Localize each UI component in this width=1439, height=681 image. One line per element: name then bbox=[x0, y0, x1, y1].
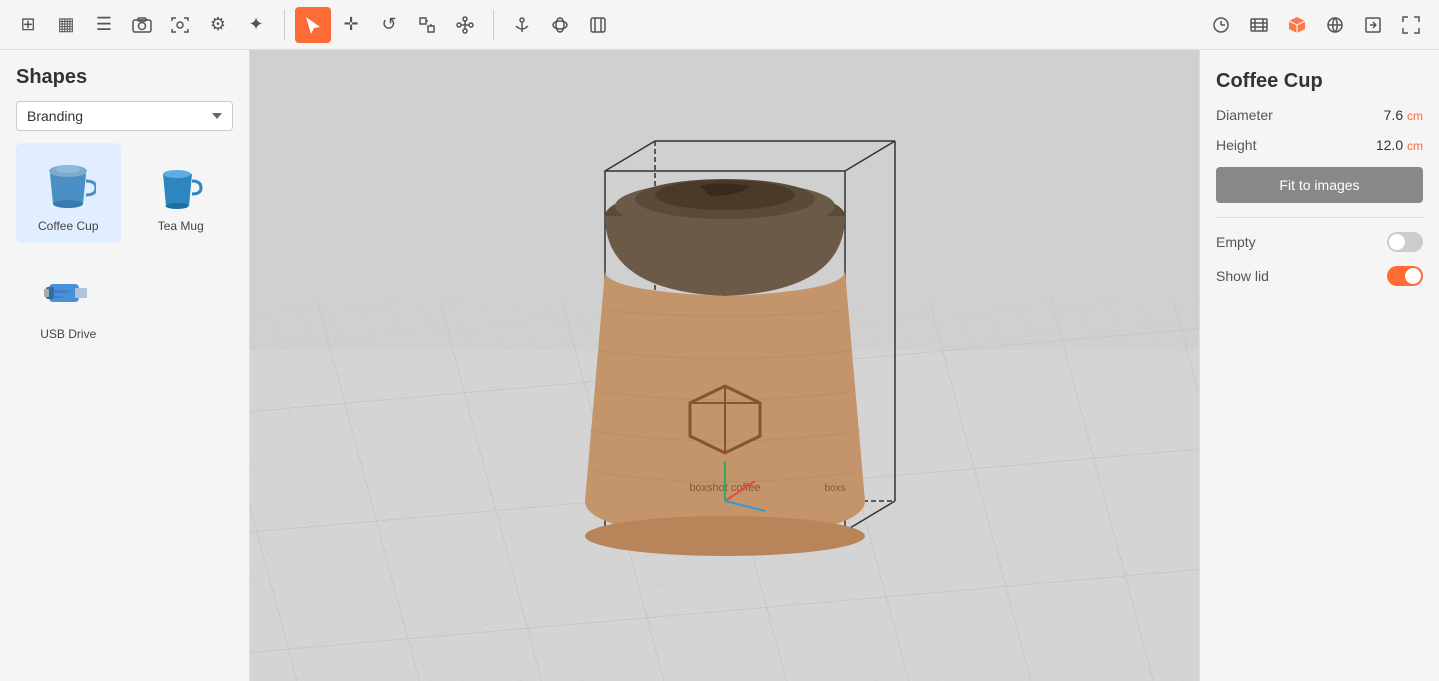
usb-drive-label: USB Drive bbox=[40, 327, 96, 341]
height-label: Height bbox=[1216, 137, 1256, 153]
show-lid-label: Show lid bbox=[1216, 268, 1269, 284]
3d-model: boxshot coffee boxs bbox=[525, 91, 925, 591]
viewport[interactable]: boxshot coffee boxs bbox=[250, 50, 1199, 681]
center-tools: ✛ ↺ bbox=[295, 7, 483, 43]
center-tools-2 bbox=[504, 7, 616, 43]
divider-2 bbox=[493, 10, 494, 40]
shape-item-usb-drive[interactable]: USB Drive bbox=[16, 251, 121, 351]
left-tools: ⊞ ▦ ☰ ⚙ ✦ bbox=[10, 7, 274, 43]
coffee-cup-icon bbox=[38, 153, 98, 213]
fullscreen-icon[interactable] bbox=[1393, 7, 1429, 43]
shape-item-tea-mug[interactable]: Tea Mug bbox=[129, 143, 234, 243]
tea-mug-label: Tea Mug bbox=[158, 219, 204, 233]
film-icon[interactable] bbox=[1241, 7, 1277, 43]
height-value: 12.0 cm bbox=[1376, 137, 1423, 153]
show-lid-toggle-row: Show lid bbox=[1216, 266, 1423, 286]
decal-tool[interactable] bbox=[542, 7, 578, 43]
select-tool[interactable] bbox=[295, 7, 331, 43]
move-tool[interactable]: ✛ bbox=[333, 7, 369, 43]
coffee-cup-label: Coffee Cup bbox=[38, 219, 99, 233]
coffee-cup-3d: boxshot coffee boxs bbox=[555, 111, 895, 591]
category-dropdown[interactable]: Branding Basic Advanced bbox=[16, 101, 233, 131]
show-lid-toggle[interactable] bbox=[1387, 266, 1423, 286]
shape-item-coffee-cup[interactable]: Coffee Cup bbox=[16, 143, 121, 243]
diameter-value: 7.6 cm bbox=[1384, 107, 1423, 123]
height-row: Height 12.0 cm bbox=[1216, 137, 1423, 153]
scale-tool[interactable] bbox=[409, 7, 445, 43]
sun-icon[interactable]: ✦ bbox=[238, 7, 274, 43]
globe-icon[interactable] bbox=[1317, 7, 1353, 43]
svg-text:boxs: boxs bbox=[824, 483, 845, 494]
main-area: Shapes Branding Basic Advanced bbox=[0, 50, 1439, 681]
divider bbox=[1216, 217, 1423, 218]
settings-icon[interactable]: ⚙ bbox=[200, 7, 236, 43]
menu-icon[interactable]: ☰ bbox=[86, 7, 122, 43]
export-icon[interactable] bbox=[1355, 7, 1391, 43]
sidebar-title: Shapes bbox=[16, 66, 233, 89]
nodes-tool[interactable] bbox=[447, 7, 483, 43]
diameter-row: Diameter 7.6 cm bbox=[1216, 107, 1423, 123]
box-3d-icon[interactable] bbox=[1279, 7, 1315, 43]
clock-icon[interactable] bbox=[1203, 7, 1239, 43]
rotate-tool[interactable]: ↺ bbox=[371, 7, 407, 43]
diameter-label: Diameter bbox=[1216, 107, 1273, 123]
right-panel: Coffee Cup Diameter 7.6 cm Height 12.0 c… bbox=[1199, 50, 1439, 681]
shape-grid: Coffee Cup Tea Mug bbox=[16, 143, 233, 351]
capture-icon[interactable] bbox=[162, 7, 198, 43]
empty-label: Empty bbox=[1216, 234, 1256, 250]
camera-icon[interactable] bbox=[124, 7, 160, 43]
anchor-tool[interactable] bbox=[504, 7, 540, 43]
wrap-tool[interactable] bbox=[580, 7, 616, 43]
right-tools bbox=[1203, 7, 1429, 43]
divider-1 bbox=[284, 10, 285, 40]
toolbar: ⊞ ▦ ☰ ⚙ ✦ ✛ ↺ bbox=[0, 0, 1439, 50]
sidebar: Shapes Branding Basic Advanced bbox=[0, 50, 250, 681]
usb-drive-icon bbox=[38, 261, 98, 321]
apps-icon[interactable]: ⊞ bbox=[10, 7, 46, 43]
empty-toggle-row: Empty bbox=[1216, 232, 1423, 252]
grid-icon[interactable]: ▦ bbox=[48, 7, 84, 43]
fit-to-images-button[interactable]: Fit to images bbox=[1216, 167, 1423, 203]
empty-toggle[interactable] bbox=[1387, 232, 1423, 252]
panel-title: Coffee Cup bbox=[1216, 70, 1423, 93]
tea-mug-icon bbox=[151, 153, 211, 213]
